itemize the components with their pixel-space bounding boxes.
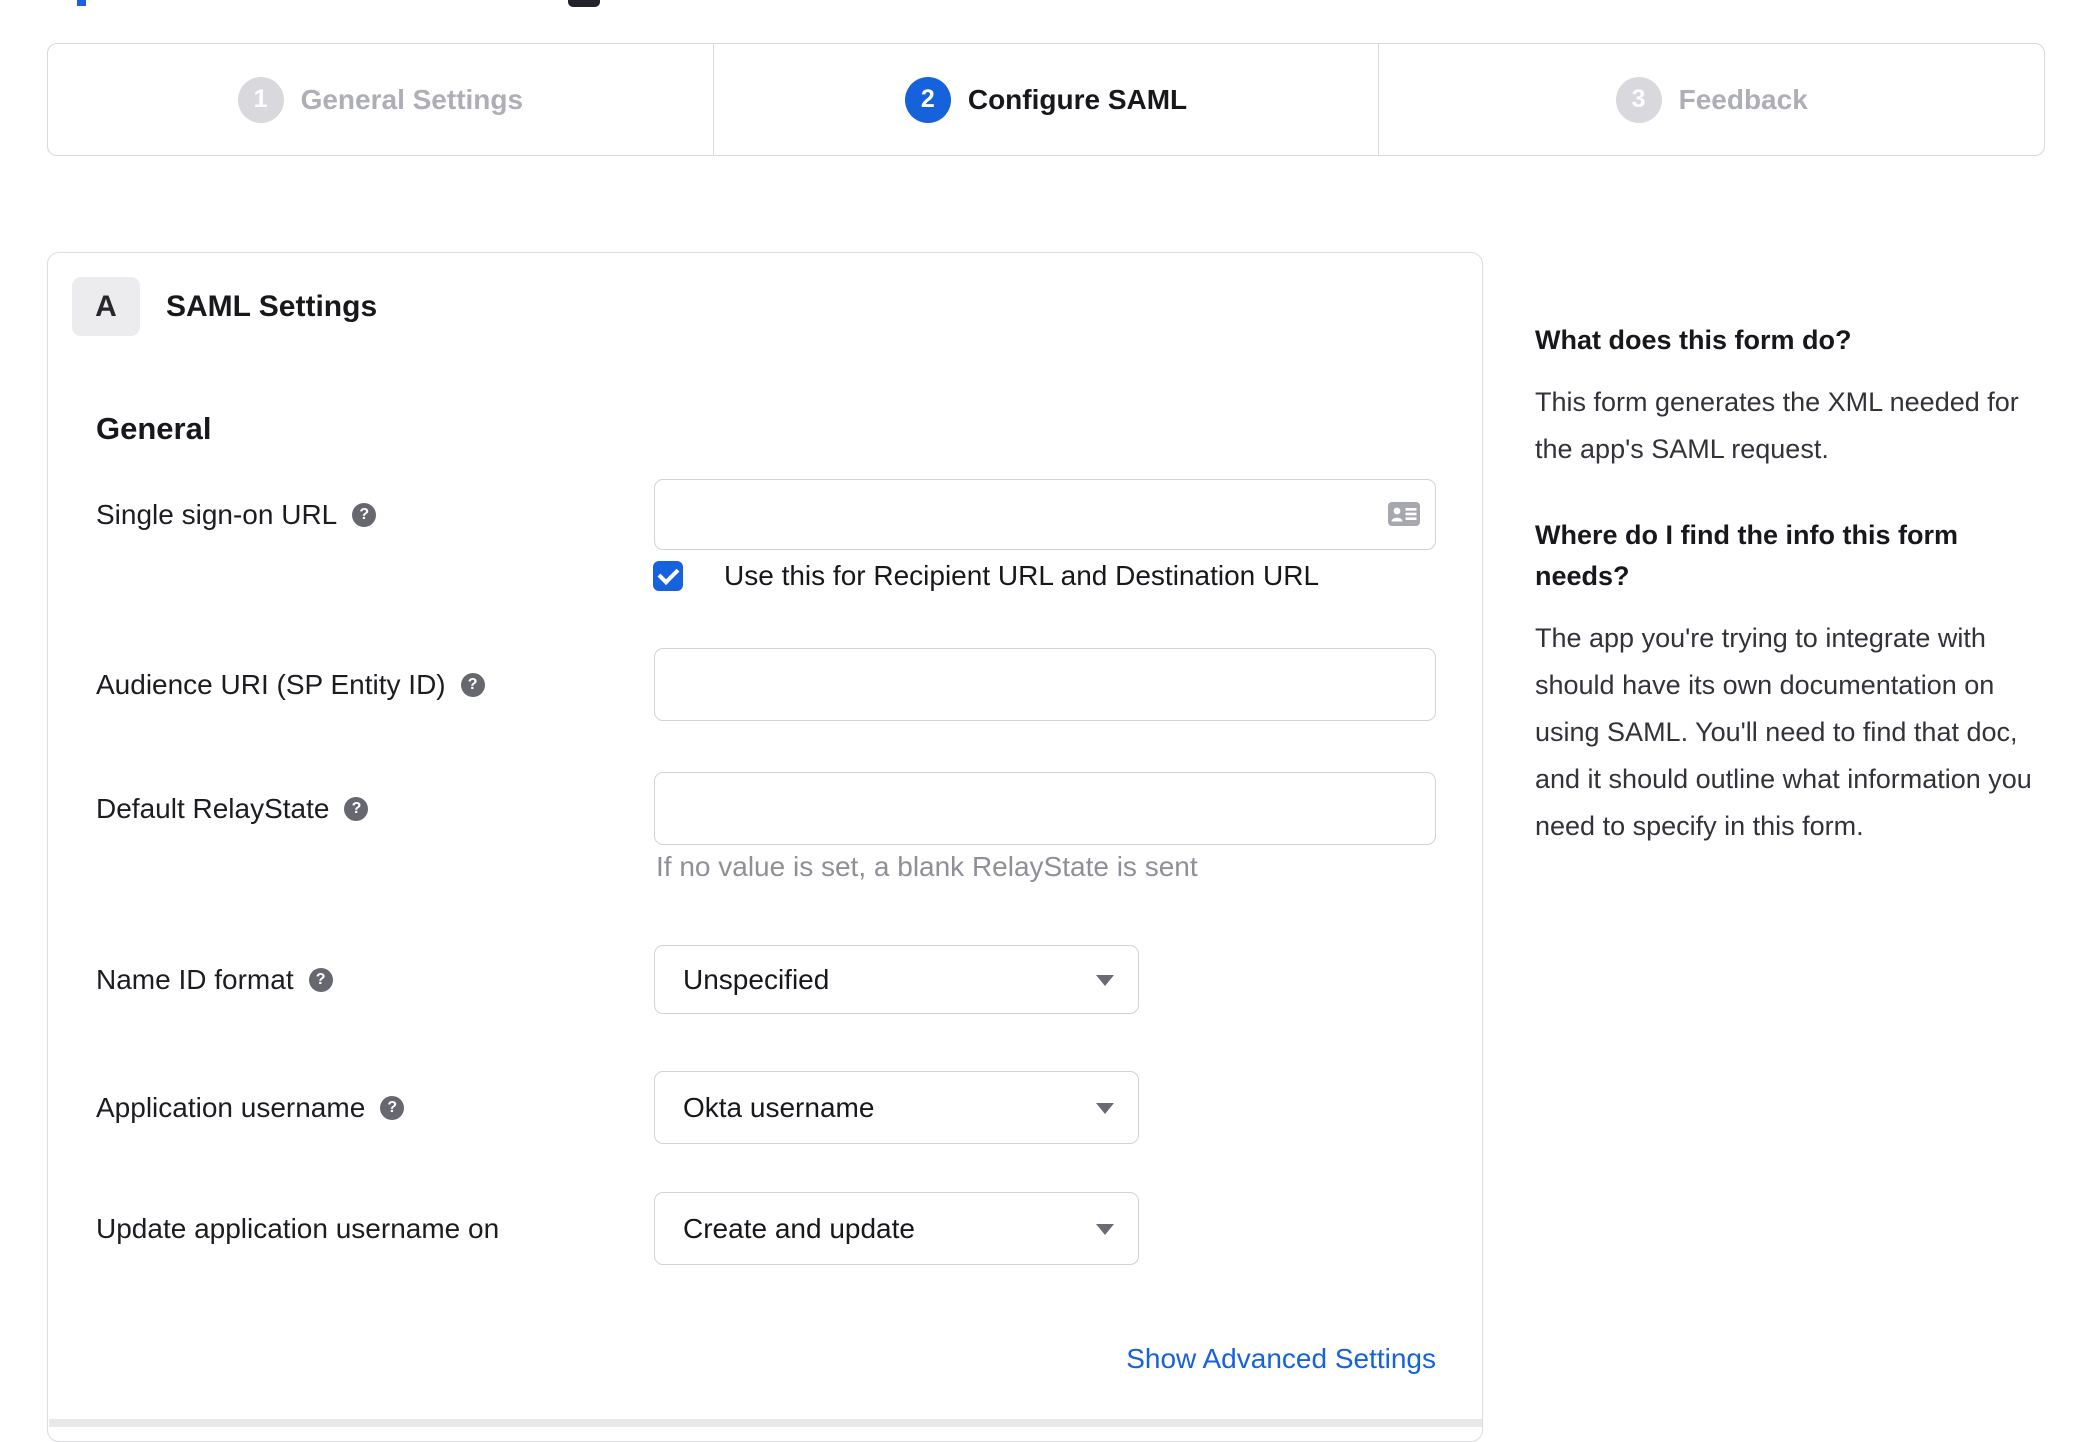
contact-card-icon[interactable] (1388, 502, 1420, 526)
help-icon[interactable]: ? (460, 672, 485, 697)
step-number-badge: 2 (904, 76, 951, 123)
sso-url-input[interactable] (654, 479, 1436, 550)
section-badge: A (72, 277, 140, 336)
app-username-label: Application username (96, 1091, 366, 1123)
sidebar-block-title: Where do I find the info this form needs… (1535, 520, 1958, 591)
recipient-url-checkbox[interactable] (653, 561, 683, 591)
update-username-select[interactable]: Create and update (654, 1192, 1139, 1265)
configure-saml-page: { "stepper": { "steps": [ {"number": "1"… (0, 0, 2092, 1442)
clipped-button-fragment (568, 0, 600, 7)
help-icon[interactable]: ? (380, 1095, 405, 1120)
step-configure-saml[interactable]: 2 Configure SAML (714, 44, 1380, 155)
relay-state-label-row: Default RelayState ? (96, 772, 369, 845)
chevron-down-icon (1096, 1102, 1114, 1114)
nameid-format-select[interactable]: Unspecified (654, 945, 1139, 1014)
step-number-badge: 1 (237, 76, 284, 123)
chevron-down-icon (1096, 1223, 1114, 1235)
sidebar-block-title: What does this form do? (1535, 325, 1852, 355)
select-value: Unspecified (683, 963, 830, 995)
update-username-label: Update application username on (96, 1212, 500, 1244)
nameid-format-label: Name ID format (96, 963, 294, 995)
step-label: General Settings (300, 83, 524, 115)
audience-uri-input[interactable] (654, 648, 1436, 721)
relay-state-label: Default RelayState (96, 792, 330, 824)
saml-settings-panel: A SAML Settings General Single sign-on U… (47, 252, 1483, 1442)
sidebar-block-body: The app you're trying to integrate with … (1535, 623, 2032, 841)
select-value: Okta username (683, 1091, 875, 1123)
general-heading: General (96, 411, 212, 446)
help-icon[interactable]: ? (344, 796, 369, 821)
step-number-badge: 3 (1615, 76, 1662, 123)
wizard-stepper: 1 General Settings 2 Configure SAML 3 Fe… (47, 43, 2045, 156)
step-general-settings[interactable]: 1 General Settings (48, 44, 714, 155)
audience-uri-label-row: Audience URI (SP Entity ID) ? (96, 648, 485, 721)
sso-url-label-row: Single sign-on URL ? (96, 479, 377, 550)
update-username-label-row: Update application username on (96, 1192, 499, 1265)
clipped-logo-fragment (77, 0, 86, 6)
chevron-down-icon (1096, 974, 1114, 986)
section-title: SAML Settings (166, 289, 378, 323)
step-feedback[interactable]: 3 Feedback (1379, 44, 2044, 155)
audience-uri-label: Audience URI (SP Entity ID) (96, 668, 446, 700)
help-icon[interactable]: ? (308, 967, 333, 992)
step-label: Feedback (1678, 83, 1808, 115)
app-username-select[interactable]: Okta username (654, 1071, 1139, 1144)
sidebar-block-body: This form generates the XML needed for t… (1535, 387, 2019, 464)
recipient-url-checkbox-label: Use this for Recipient URL and Destinati… (724, 560, 1320, 591)
sso-url-label: Single sign-on URL (96, 498, 338, 530)
show-advanced-settings-link[interactable]: Show Advanced Settings (654, 1343, 1436, 1375)
step-label: Configure SAML (967, 83, 1188, 115)
app-username-label-row: Application username ? (96, 1071, 405, 1144)
select-value: Create and update (683, 1212, 915, 1244)
help-icon[interactable]: ? (352, 502, 377, 527)
relay-state-hint: If no value is set, a blank RelayState i… (656, 851, 1198, 882)
help-sidebar: What does this form do? This form genera… (1535, 320, 2050, 892)
checkmark-icon (657, 563, 679, 585)
relay-state-input[interactable] (654, 772, 1436, 845)
nameid-format-label-row: Name ID format ? (96, 945, 333, 1014)
